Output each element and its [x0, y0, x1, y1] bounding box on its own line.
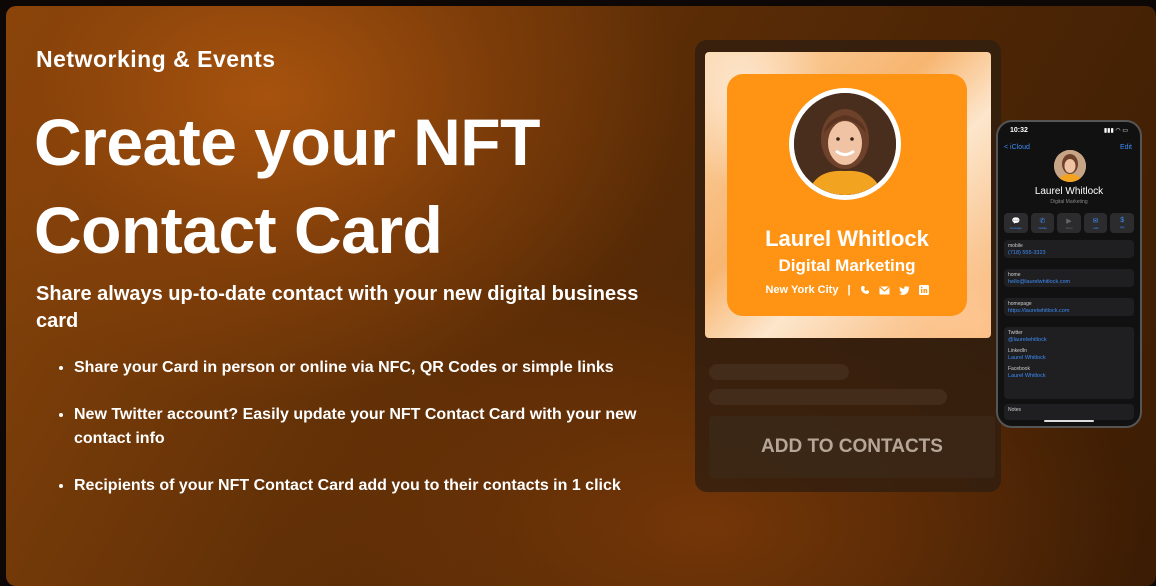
subtitle: Share always up-to-date contact with you… [36, 283, 639, 332]
phone-action-row: 💬 message ✆ mobile ▶ video ✉ mail $ pay [1004, 213, 1134, 233]
separator: | [847, 284, 851, 296]
add-to-contacts-button[interactable]: ADD TO CONTACTS [709, 416, 995, 478]
list-item: Share your Card in person or online via … [56, 356, 676, 380]
card-role: Digital Marketing [778, 256, 916, 275]
avatar-portrait [1054, 150, 1086, 182]
edit-link[interactable]: Edit [1120, 144, 1132, 151]
linkedin-icon[interactable] [918, 285, 929, 295]
message-action[interactable]: 💬 message [1004, 213, 1028, 233]
mail-icon[interactable] [879, 286, 890, 295]
feature-list: Share your Card in person or online via … [56, 356, 676, 521]
card-background: Laurel Whitlock Digital Marketing New Yo… [705, 52, 991, 338]
placeholder-bar [709, 364, 849, 380]
placeholder-bar [709, 389, 947, 405]
phone-contact-subtitle: Digital Marketing [1050, 199, 1088, 205]
pay-action[interactable]: $ pay [1110, 213, 1134, 233]
avatar-portrait [794, 93, 896, 195]
list-item: New Twitter account? Easily update your … [56, 403, 676, 451]
field-mobile[interactable]: mobile (718) 555-3323 [1004, 240, 1134, 258]
field-home[interactable]: home hello@laurelwhitlock.com [1004, 269, 1134, 287]
title-line-1: Create your NFT [34, 105, 540, 179]
video-icon: ▶ [1066, 217, 1072, 225]
title-line-2: Contact Card [34, 193, 443, 267]
message-icon: 💬 [1011, 217, 1021, 225]
status-icons: ▮▮▮ ◠ ▭ [1103, 128, 1128, 134]
phone-icon[interactable] [860, 285, 870, 295]
contact-card-mockup: Laurel Whitlock Digital Marketing New Yo… [695, 40, 1001, 492]
call-action[interactable]: ✆ mobile [1030, 213, 1055, 233]
back-link[interactable]: < iCloud [1004, 144, 1030, 151]
card-name: Laurel Whitlock [765, 226, 929, 251]
avatar-ring [789, 88, 901, 200]
mail-action[interactable]: ✉ mail [1083, 213, 1108, 233]
twitter-icon[interactable] [898, 285, 910, 295]
mail-icon: ✉ [1092, 217, 1099, 225]
video-action[interactable]: ▶ video [1057, 213, 1081, 233]
dollar-icon: $ [1120, 217, 1125, 224]
home-indicator [1044, 420, 1094, 422]
field-notes[interactable]: Notes [1004, 404, 1134, 420]
card-meta: New York City | [727, 284, 967, 296]
eyebrow-label: Networking & Events [36, 46, 276, 72]
phone-contact-name: Laurel Whitlock [1034, 186, 1104, 197]
list-item: Recipients of your NFT Contact Card add … [56, 474, 676, 498]
phone-time: 10:32 [1010, 127, 1028, 134]
phone-icon: ✆ [1039, 217, 1046, 225]
page-title: Create your NFT Contact Card [34, 98, 540, 274]
contact-card: Laurel Whitlock Digital Marketing New Yo… [727, 74, 967, 316]
field-homepage[interactable]: homepage https://laurelwhitlock.com [1004, 298, 1134, 316]
avatar [794, 93, 896, 195]
field-social: Twitter @laurelwhitlock LinkedIn Laurel … [1004, 327, 1134, 399]
phone-avatar [1054, 150, 1086, 182]
phone-mockup: 10:32 ▮▮▮ ◠ ▭ < iCloud Edit Laurel Whitl… [996, 120, 1142, 428]
card-location: New York City [765, 284, 839, 296]
